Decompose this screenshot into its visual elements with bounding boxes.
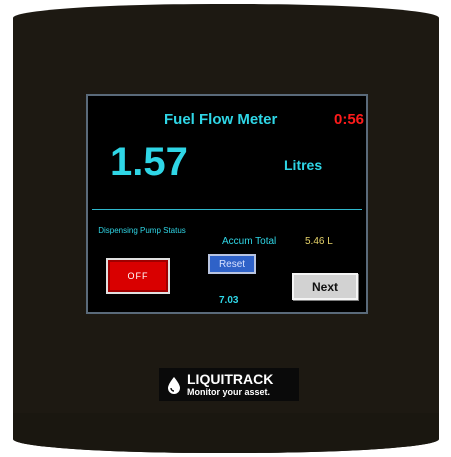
- brand-tagline: Monitor your asset.: [187, 387, 271, 397]
- divider: [92, 209, 362, 210]
- pump-off-button[interactable]: OFF: [106, 258, 170, 294]
- counter-value: 7.03: [219, 295, 239, 306]
- device-housing: Fuel Flow Meter 0:56 1.57 Litres Dispens…: [13, 4, 439, 453]
- reset-button-label: Reset: [218, 258, 246, 270]
- flow-reading-unit: Litres: [284, 157, 323, 173]
- next-button[interactable]: Next: [292, 273, 358, 300]
- reset-button[interactable]: Reset: [208, 254, 256, 274]
- liquitrack-logo: LIQUITRACK Monitor your asset.: [159, 368, 299, 401]
- brand-name: LIQUITRACK: [187, 371, 274, 387]
- accum-total-value: 5.46 L: [305, 236, 333, 247]
- screen-title: Fuel Flow Meter: [164, 111, 278, 128]
- flow-reading-value: 1.57: [110, 140, 188, 184]
- pump-status-label: Dispensing Pump Status: [98, 226, 186, 235]
- accum-total-label: Accum Total: [222, 236, 277, 247]
- pump-off-button-label: OFF: [127, 271, 149, 281]
- droplet-icon: [168, 376, 180, 394]
- hmi-screen: Fuel Flow Meter 0:56 1.57 Litres Dispens…: [86, 94, 368, 314]
- timer-readout: 0:56: [334, 111, 365, 128]
- next-button-label: Next: [311, 279, 338, 294]
